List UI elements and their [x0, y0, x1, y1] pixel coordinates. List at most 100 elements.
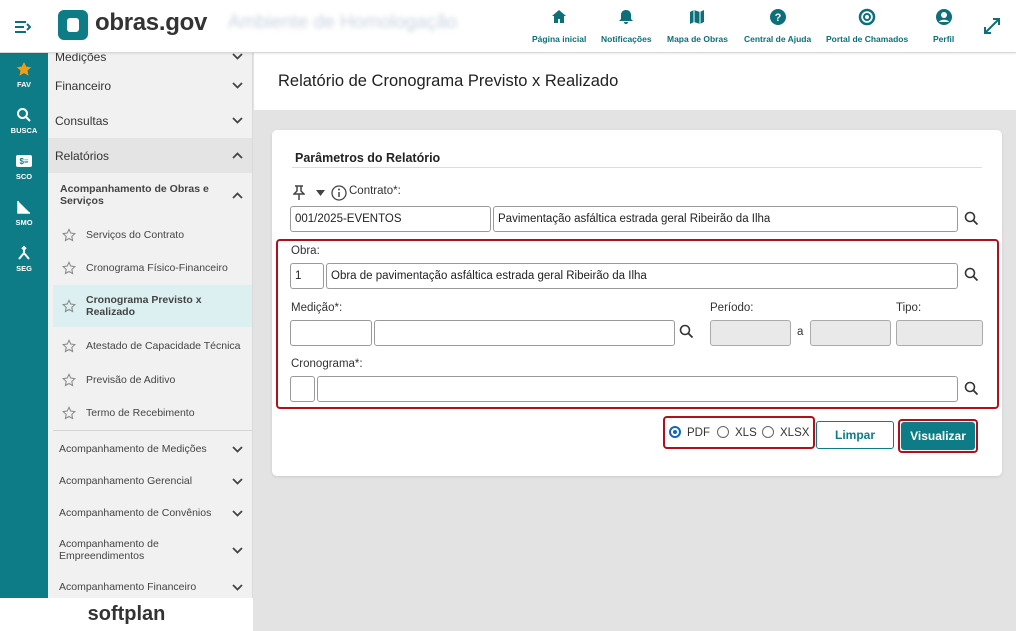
tipo-input: [896, 320, 983, 346]
contrato-desc-input[interactable]: Pavimentação asfáltica estrada geral Rib…: [493, 206, 958, 232]
periodo-separator: a: [797, 326, 804, 338]
sidebar-subgroup-obras-servicos[interactable]: Acompanhamento de Obras e Serviços: [48, 179, 252, 211]
periodo-label: Período:: [710, 302, 754, 314]
search-icon[interactable]: [679, 324, 694, 339]
pin-icon[interactable]: [293, 185, 305, 200]
page-title: Relatório de Cronograma Previsto x Reali…: [278, 72, 619, 90]
cronograma-code-input[interactable]: [290, 376, 315, 402]
map-icon: [690, 10, 705, 24]
logo-text: obras.gov: [95, 9, 207, 36]
chevron-down-icon: [232, 477, 243, 485]
search-icon[interactable]: [964, 381, 979, 396]
sidebar-group-gerencial[interactable]: Acompanhamento Gerencial: [48, 465, 252, 497]
menu-toggle-icon[interactable]: [13, 17, 33, 37]
sco-icon: $≡: [16, 155, 32, 167]
obra-desc-input[interactable]: Obra de pavimentação asfáltica estrada g…: [326, 263, 958, 289]
periodo-de-input: [710, 320, 791, 346]
report-parameters-card: Parâmetros do Relatório Contrato*: 001/2…: [272, 130, 1002, 476]
page-header: Relatório de Cronograma Previsto x Reali…: [254, 53, 1016, 110]
chevron-down-icon: [232, 546, 243, 554]
format-xlsx-label: XLSX: [780, 427, 810, 439]
expand-icon[interactable]: [982, 16, 1002, 36]
smo-icon: [17, 201, 30, 214]
sidebar-item-cronograma-fisico[interactable]: Cronograma Físico-Financeiro: [53, 251, 252, 284]
caret-down-icon[interactable]: [316, 190, 325, 196]
star-outline-icon[interactable]: [62, 405, 76, 420]
star-icon: [16, 62, 32, 76]
sidebar-item-atestado[interactable]: Atestado de Capacidade Técnica: [53, 329, 252, 362]
star-outline-icon[interactable]: [62, 227, 76, 242]
softplan-brand: softplan: [0, 598, 253, 631]
star-outline-icon[interactable]: [62, 338, 76, 353]
chevron-up-icon: [232, 191, 243, 199]
obra-label: Obra:: [291, 245, 320, 257]
seg-icon: [18, 245, 30, 260]
nav-mapa-de-obras[interactable]: Mapa de Obras: [667, 8, 728, 44]
limpar-button[interactable]: Limpar: [816, 421, 894, 449]
top-bar: obras.gov Ambiente de Homologação Página…: [0, 0, 1016, 53]
format-pdf-label: PDF: [687, 427, 710, 439]
star-outline-icon[interactable]: [62, 260, 76, 275]
sidebar-item-previsao-aditivo[interactable]: Previsão de Aditivo: [53, 363, 252, 396]
sidebar-section-financeiro[interactable]: Financeiro: [48, 68, 252, 103]
star-outline-icon[interactable]: [62, 299, 76, 313]
nav-portal-de-chamados[interactable]: Portal de Chamados: [826, 8, 908, 44]
sidebar-group-medicoes[interactable]: Acompanhamento de Medições: [48, 433, 252, 465]
nav-central-de-ajuda[interactable]: ? Central de Ajuda: [744, 8, 811, 44]
format-pdf-radio[interactable]: [669, 426, 681, 438]
search-icon[interactable]: [964, 211, 979, 226]
star-outline-icon[interactable]: [62, 372, 76, 387]
rail-seg[interactable]: SEG: [0, 245, 48, 273]
sidebar-item-servicos-contrato[interactable]: Serviços do Contrato: [53, 218, 252, 251]
chevron-up-icon: [232, 152, 243, 159]
nav-notificacoes[interactable]: Notificações: [601, 8, 652, 44]
medicao-desc-input[interactable]: [374, 320, 675, 346]
rail-sco[interactable]: $≡ SCO: [0, 153, 48, 181]
chevron-down-icon: [232, 445, 243, 453]
visualizar-button[interactable]: Visualizar: [901, 422, 975, 450]
sidebar-section-relatorios[interactable]: Relatórios: [48, 138, 252, 173]
medicao-code-input[interactable]: [290, 320, 372, 346]
chevron-down-icon: [232, 53, 243, 60]
sidebar-group-convenios[interactable]: Acompanhamento de Convênios: [48, 497, 252, 529]
contrato-label: Contrato*:: [349, 185, 401, 197]
medicao-label: Medição*:: [291, 302, 343, 314]
sidebar-section-consultas[interactable]: Consultas: [48, 103, 252, 138]
logo-icon: [58, 10, 88, 40]
environment-label: Ambiente de Homologação: [228, 12, 458, 33]
format-xls-label: XLS: [735, 427, 757, 439]
left-rail: FAV BUSCA $≡ SCO SMO SEG: [0, 53, 48, 598]
section-title: Parâmetros do Relatório: [295, 151, 441, 165]
info-icon[interactable]: [331, 185, 347, 201]
support-icon: [858, 8, 876, 26]
format-xlsx-radio[interactable]: [762, 426, 774, 438]
obra-code-input[interactable]: 1: [290, 263, 324, 289]
sidebar-group-financeiro[interactable]: Acompanhamento Financeiro: [48, 571, 252, 598]
bell-icon: [619, 10, 634, 24]
nav-perfil[interactable]: Perfil: [933, 8, 954, 44]
periodo-ate-input: [810, 320, 891, 346]
rail-fav[interactable]: FAV: [0, 61, 48, 89]
rail-busca[interactable]: BUSCA: [0, 107, 48, 135]
svg-text:$≡: $≡: [19, 157, 28, 166]
home-icon: [552, 10, 567, 23]
section-divider: [292, 167, 982, 168]
sidebar-item-termo-recebimento[interactable]: Termo de Recebimento: [53, 396, 252, 429]
chevron-down-icon: [232, 509, 243, 517]
help-icon: ?: [769, 9, 786, 25]
contrato-code-input[interactable]: 001/2025-EVENTOS: [290, 206, 491, 232]
tipo-label: Tipo:: [896, 302, 922, 314]
svg-text:?: ?: [774, 12, 781, 24]
search-icon[interactable]: [964, 267, 979, 282]
rail-smo[interactable]: SMO: [0, 199, 48, 227]
user-icon: [935, 9, 952, 25]
chevron-down-icon: [232, 117, 243, 124]
chevron-down-icon: [232, 82, 243, 89]
nav-pagina-inicial[interactable]: Página inicial: [532, 8, 586, 44]
sidebar: Medições Financeiro Consultas Relatórios…: [48, 53, 253, 598]
cronograma-desc-input[interactable]: [317, 376, 958, 402]
search-icon: [17, 108, 31, 122]
sidebar-item-cronograma-previsto[interactable]: Cronograma Previsto x Realizado: [53, 285, 252, 327]
format-xls-radio[interactable]: [717, 426, 729, 438]
sidebar-group-empreendimentos[interactable]: Acompanhamento de Empreendimentos: [48, 531, 252, 569]
